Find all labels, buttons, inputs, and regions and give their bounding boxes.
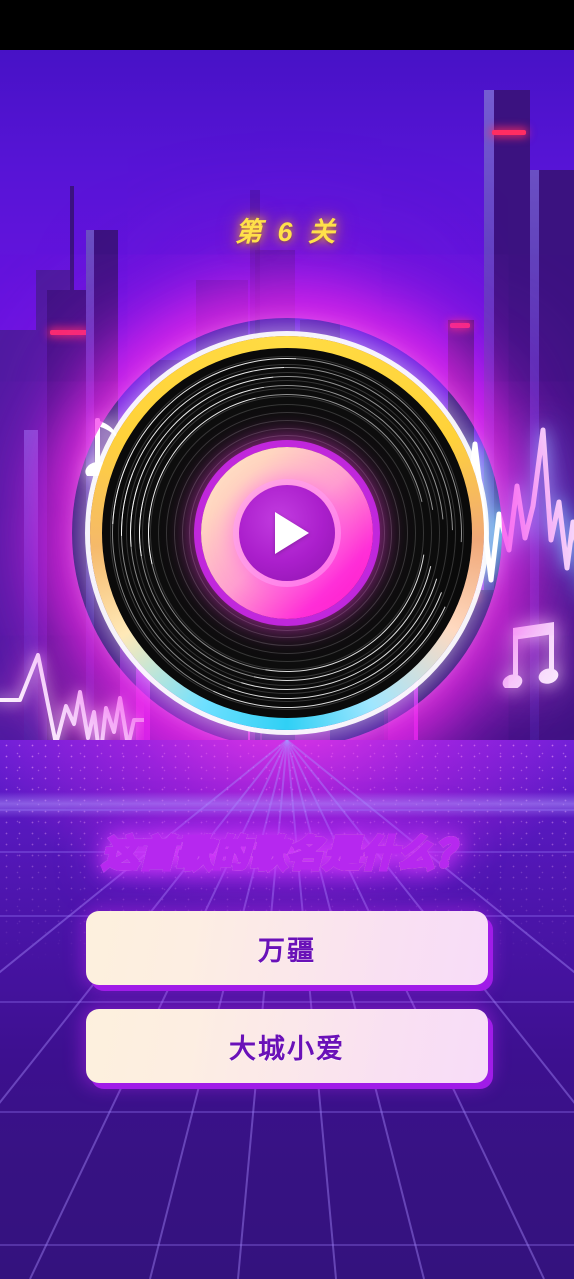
double-music-note-icon (495, 620, 563, 693)
question-text: 这首歌的歌名是什么？ (100, 825, 473, 877)
status-bar (0, 0, 574, 50)
answer-option-2[interactable]: 大城小爱 (86, 1009, 488, 1083)
play-button[interactable] (239, 485, 335, 581)
vinyl-record (77, 323, 497, 743)
answer-option-1-label: 万疆 (258, 935, 316, 966)
scene: 第 6 关 这首歌的歌名是什么？ 万疆 大城小爱 (0, 50, 574, 1279)
game-screen: 第 6 关 这首歌的歌名是什么？ 万疆 大城小爱 (0, 0, 574, 1279)
question-row: 这首歌的歌名是什么？ (0, 825, 574, 877)
play-triangle-icon (274, 512, 309, 554)
answer-list: 万疆 大城小爱 (0, 911, 574, 1107)
answer-option-2-label: 大城小爱 (229, 1033, 345, 1064)
answer-option-1[interactable]: 万疆 (86, 911, 488, 985)
level-title: 第 6 关 (234, 217, 340, 247)
